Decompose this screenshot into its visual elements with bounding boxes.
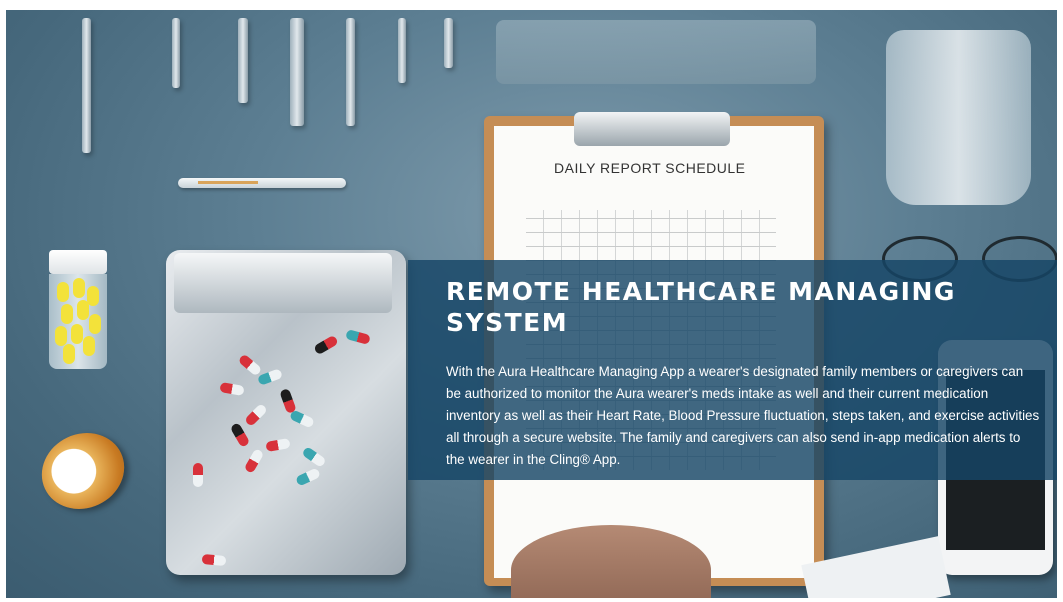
scalpel-icon bbox=[290, 18, 304, 126]
info-overlay: REMOTE HEALTHCARE MANAGING SYSTEM With t… bbox=[408, 260, 1057, 480]
clipboard-clip bbox=[574, 112, 730, 146]
scalpel-icon bbox=[82, 18, 91, 153]
clipboard-title: DAILY REPORT SCHEDULE bbox=[554, 160, 746, 176]
section-title: REMOTE HEALTHCARE MANAGING SYSTEM bbox=[446, 277, 956, 337]
instrument-tray-lid bbox=[174, 253, 392, 313]
pill-bottle-icon bbox=[49, 250, 107, 372]
scalpel-icon bbox=[172, 18, 180, 88]
pill-bottle-icon bbox=[29, 419, 137, 523]
scalpel-icon bbox=[398, 18, 406, 83]
tray-top-shape bbox=[496, 20, 816, 84]
scalpel-icon bbox=[238, 18, 248, 103]
thermometer-icon bbox=[178, 178, 346, 188]
section-description: With the Aura Healthcare Managing App a … bbox=[446, 364, 1040, 467]
scalpel-icon bbox=[444, 18, 453, 68]
iv-bag-icon bbox=[886, 30, 1031, 205]
scalpel-icon bbox=[346, 18, 355, 126]
